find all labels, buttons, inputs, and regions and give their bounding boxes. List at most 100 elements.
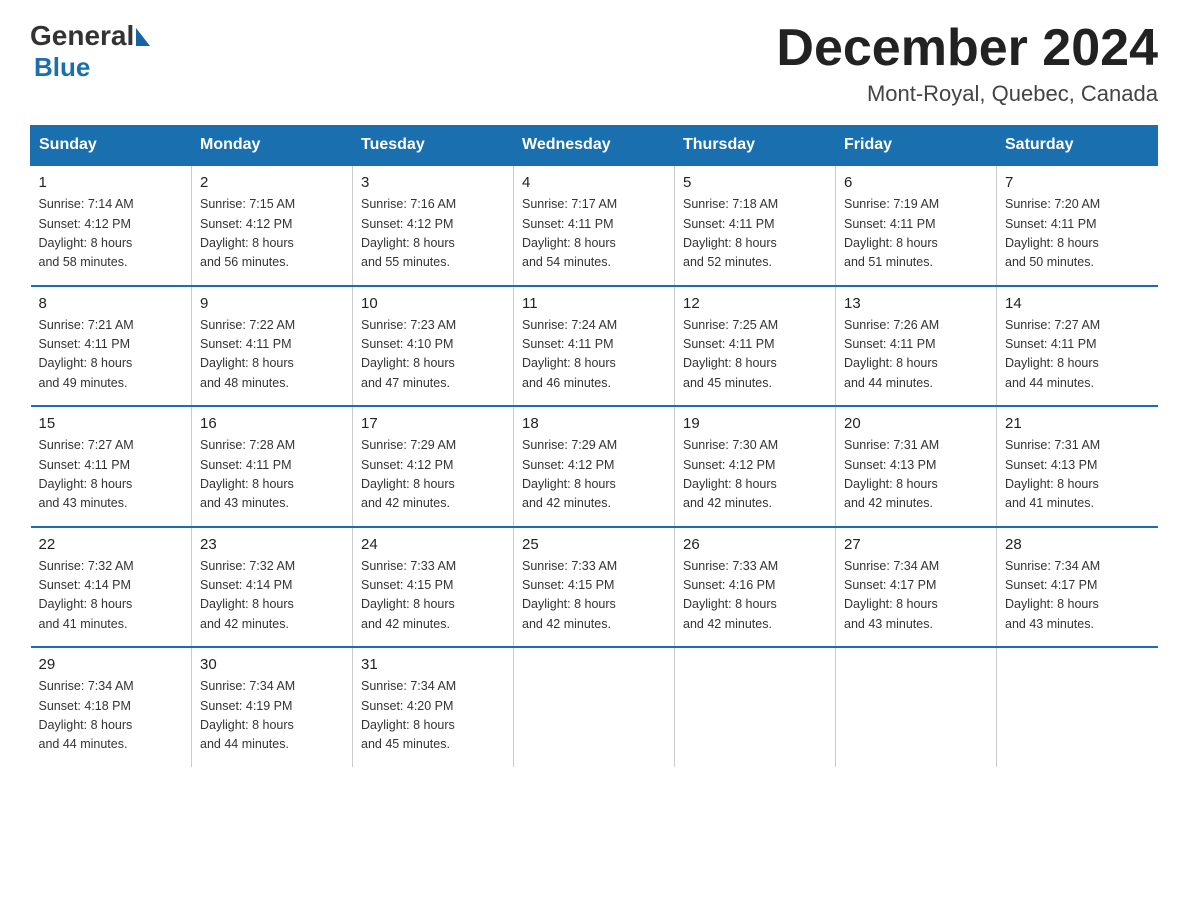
day-info: Sunrise: 7:31 AM Sunset: 4:13 PM Dayligh…: [844, 436, 988, 514]
calendar-day-cell: 17 Sunrise: 7:29 AM Sunset: 4:12 PM Dayl…: [353, 406, 514, 527]
calendar-day-cell: 26 Sunrise: 7:33 AM Sunset: 4:16 PM Dayl…: [675, 527, 836, 648]
calendar-header-row: Sunday Monday Tuesday Wednesday Thursday…: [31, 126, 1158, 166]
day-number: 26: [683, 536, 827, 553]
col-saturday: Saturday: [997, 126, 1158, 166]
day-info: Sunrise: 7:14 AM Sunset: 4:12 PM Dayligh…: [39, 195, 184, 273]
calendar-day-cell: 30 Sunrise: 7:34 AM Sunset: 4:19 PM Dayl…: [192, 647, 353, 767]
calendar-day-cell: 2 Sunrise: 7:15 AM Sunset: 4:12 PM Dayli…: [192, 165, 353, 286]
calendar-day-cell: [514, 647, 675, 767]
logo-arrow-icon: [136, 28, 150, 46]
header: General Blue December 2024 Mont-Royal, Q…: [30, 20, 1158, 107]
day-number: 4: [522, 174, 666, 191]
day-number: 23: [200, 536, 344, 553]
day-info: Sunrise: 7:34 AM Sunset: 4:20 PM Dayligh…: [361, 677, 505, 755]
day-number: 31: [361, 656, 505, 673]
calendar-day-cell: 23 Sunrise: 7:32 AM Sunset: 4:14 PM Dayl…: [192, 527, 353, 648]
calendar-day-cell: [997, 647, 1158, 767]
logo-area: General Blue: [30, 20, 152, 83]
day-info: Sunrise: 7:26 AM Sunset: 4:11 PM Dayligh…: [844, 316, 988, 394]
calendar-day-cell: 24 Sunrise: 7:33 AM Sunset: 4:15 PM Dayl…: [353, 527, 514, 648]
day-info: Sunrise: 7:31 AM Sunset: 4:13 PM Dayligh…: [1005, 436, 1150, 514]
day-info: Sunrise: 7:27 AM Sunset: 4:11 PM Dayligh…: [39, 436, 184, 514]
day-number: 18: [522, 415, 666, 432]
day-info: Sunrise: 7:32 AM Sunset: 4:14 PM Dayligh…: [39, 557, 184, 635]
day-number: 11: [522, 295, 666, 312]
day-number: 25: [522, 536, 666, 553]
day-info: Sunrise: 7:21 AM Sunset: 4:11 PM Dayligh…: [39, 316, 184, 394]
day-info: Sunrise: 7:33 AM Sunset: 4:16 PM Dayligh…: [683, 557, 827, 635]
logo-general-text: General: [30, 20, 134, 52]
day-number: 5: [683, 174, 827, 191]
calendar-day-cell: 25 Sunrise: 7:33 AM Sunset: 4:15 PM Dayl…: [514, 527, 675, 648]
day-info: Sunrise: 7:34 AM Sunset: 4:19 PM Dayligh…: [200, 677, 344, 755]
logo-blue-text: Blue: [34, 52, 90, 82]
calendar-week-row: 15 Sunrise: 7:27 AM Sunset: 4:11 PM Dayl…: [31, 406, 1158, 527]
day-number: 8: [39, 295, 184, 312]
day-info: Sunrise: 7:15 AM Sunset: 4:12 PM Dayligh…: [200, 195, 344, 273]
calendar-day-cell: 8 Sunrise: 7:21 AM Sunset: 4:11 PM Dayli…: [31, 286, 192, 407]
col-friday: Friday: [836, 126, 997, 166]
calendar-day-cell: 1 Sunrise: 7:14 AM Sunset: 4:12 PM Dayli…: [31, 165, 192, 286]
day-number: 27: [844, 536, 988, 553]
calendar-table: Sunday Monday Tuesday Wednesday Thursday…: [30, 125, 1158, 767]
day-info: Sunrise: 7:17 AM Sunset: 4:11 PM Dayligh…: [522, 195, 666, 273]
day-info: Sunrise: 7:20 AM Sunset: 4:11 PM Dayligh…: [1005, 195, 1150, 273]
col-thursday: Thursday: [675, 126, 836, 166]
day-info: Sunrise: 7:30 AM Sunset: 4:12 PM Dayligh…: [683, 436, 827, 514]
day-info: Sunrise: 7:25 AM Sunset: 4:11 PM Dayligh…: [683, 316, 827, 394]
day-number: 6: [844, 174, 988, 191]
day-info: Sunrise: 7:34 AM Sunset: 4:17 PM Dayligh…: [844, 557, 988, 635]
calendar-day-cell: 6 Sunrise: 7:19 AM Sunset: 4:11 PM Dayli…: [836, 165, 997, 286]
day-number: 17: [361, 415, 505, 432]
day-info: Sunrise: 7:34 AM Sunset: 4:17 PM Dayligh…: [1005, 557, 1150, 635]
day-info: Sunrise: 7:23 AM Sunset: 4:10 PM Dayligh…: [361, 316, 505, 394]
calendar-day-cell: 31 Sunrise: 7:34 AM Sunset: 4:20 PM Dayl…: [353, 647, 514, 767]
calendar-day-cell: 21 Sunrise: 7:31 AM Sunset: 4:13 PM Dayl…: [997, 406, 1158, 527]
day-info: Sunrise: 7:34 AM Sunset: 4:18 PM Dayligh…: [39, 677, 184, 755]
calendar-week-row: 8 Sunrise: 7:21 AM Sunset: 4:11 PM Dayli…: [31, 286, 1158, 407]
calendar-day-cell: [675, 647, 836, 767]
day-number: 14: [1005, 295, 1150, 312]
day-info: Sunrise: 7:29 AM Sunset: 4:12 PM Dayligh…: [522, 436, 666, 514]
day-number: 22: [39, 536, 184, 553]
calendar-day-cell: 12 Sunrise: 7:25 AM Sunset: 4:11 PM Dayl…: [675, 286, 836, 407]
calendar-title: December 2024: [776, 20, 1158, 77]
day-info: Sunrise: 7:22 AM Sunset: 4:11 PM Dayligh…: [200, 316, 344, 394]
day-info: Sunrise: 7:29 AM Sunset: 4:12 PM Dayligh…: [361, 436, 505, 514]
calendar-day-cell: [836, 647, 997, 767]
day-number: 24: [361, 536, 505, 553]
calendar-day-cell: 19 Sunrise: 7:30 AM Sunset: 4:12 PM Dayl…: [675, 406, 836, 527]
day-number: 28: [1005, 536, 1150, 553]
day-number: 9: [200, 295, 344, 312]
calendar-week-row: 22 Sunrise: 7:32 AM Sunset: 4:14 PM Dayl…: [31, 527, 1158, 648]
day-number: 20: [844, 415, 988, 432]
day-number: 19: [683, 415, 827, 432]
calendar-day-cell: 5 Sunrise: 7:18 AM Sunset: 4:11 PM Dayli…: [675, 165, 836, 286]
calendar-day-cell: 14 Sunrise: 7:27 AM Sunset: 4:11 PM Dayl…: [997, 286, 1158, 407]
title-area: December 2024 Mont-Royal, Quebec, Canada: [776, 20, 1158, 107]
day-number: 7: [1005, 174, 1150, 191]
calendar-day-cell: 29 Sunrise: 7:34 AM Sunset: 4:18 PM Dayl…: [31, 647, 192, 767]
day-number: 3: [361, 174, 505, 191]
day-info: Sunrise: 7:16 AM Sunset: 4:12 PM Dayligh…: [361, 195, 505, 273]
day-number: 16: [200, 415, 344, 432]
calendar-day-cell: 9 Sunrise: 7:22 AM Sunset: 4:11 PM Dayli…: [192, 286, 353, 407]
calendar-day-cell: 20 Sunrise: 7:31 AM Sunset: 4:13 PM Dayl…: [836, 406, 997, 527]
day-info: Sunrise: 7:33 AM Sunset: 4:15 PM Dayligh…: [522, 557, 666, 635]
calendar-day-cell: 11 Sunrise: 7:24 AM Sunset: 4:11 PM Dayl…: [514, 286, 675, 407]
day-number: 10: [361, 295, 505, 312]
calendar-day-cell: 7 Sunrise: 7:20 AM Sunset: 4:11 PM Dayli…: [997, 165, 1158, 286]
day-info: Sunrise: 7:32 AM Sunset: 4:14 PM Dayligh…: [200, 557, 344, 635]
day-info: Sunrise: 7:27 AM Sunset: 4:11 PM Dayligh…: [1005, 316, 1150, 394]
day-number: 30: [200, 656, 344, 673]
col-sunday: Sunday: [31, 126, 192, 166]
calendar-week-row: 29 Sunrise: 7:34 AM Sunset: 4:18 PM Dayl…: [31, 647, 1158, 767]
calendar-day-cell: 18 Sunrise: 7:29 AM Sunset: 4:12 PM Dayl…: [514, 406, 675, 527]
col-tuesday: Tuesday: [353, 126, 514, 166]
day-number: 12: [683, 295, 827, 312]
calendar-day-cell: 28 Sunrise: 7:34 AM Sunset: 4:17 PM Dayl…: [997, 527, 1158, 648]
day-info: Sunrise: 7:33 AM Sunset: 4:15 PM Dayligh…: [361, 557, 505, 635]
calendar-subtitle: Mont-Royal, Quebec, Canada: [776, 81, 1158, 107]
calendar-day-cell: 16 Sunrise: 7:28 AM Sunset: 4:11 PM Dayl…: [192, 406, 353, 527]
day-number: 29: [39, 656, 184, 673]
